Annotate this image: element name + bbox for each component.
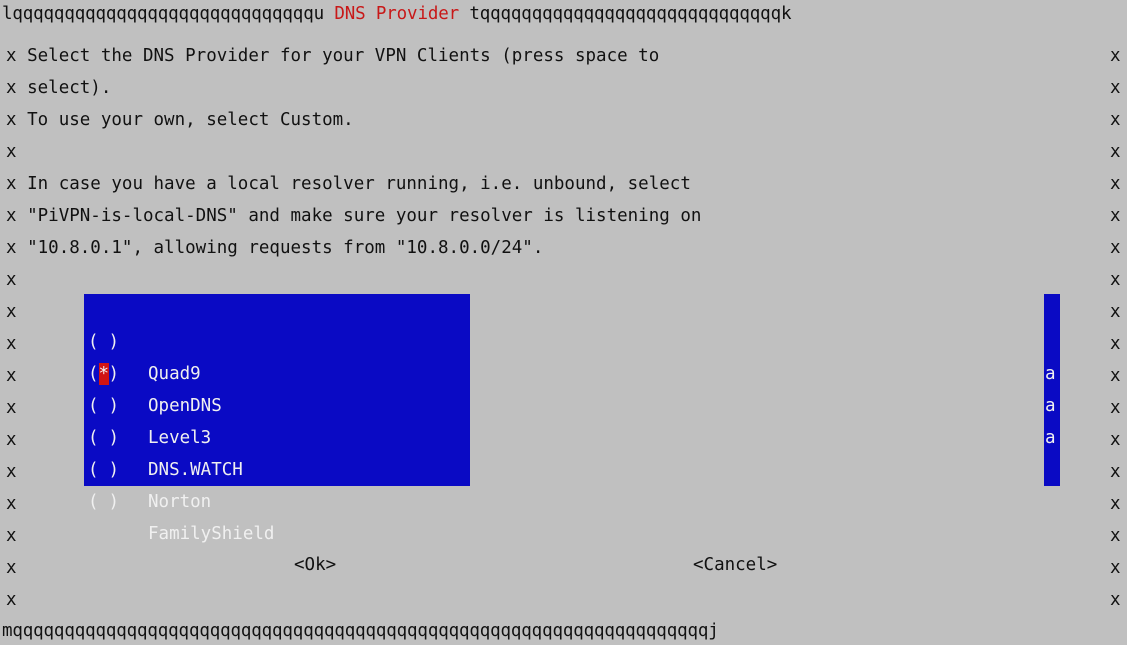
radio-button[interactable]: ( ) — [88, 486, 119, 518]
list-item[interactable]: ( ) Norton — [84, 422, 470, 512]
right-border: x — [1110, 238, 1121, 258]
message-text: Select the DNS Provider for your VPN Cli… — [27, 46, 660, 66]
right-border: x — [1110, 142, 1121, 162]
message-text: To use your own, select Custom. — [27, 110, 354, 130]
left-border: x — [6, 174, 17, 194]
dns-provider-list: ( ) Quad9 (*) OpenDNS ( ) Level3 ( ) DNS… — [84, 294, 470, 544]
list-scrollbar[interactable]: a a a — [1044, 294, 1060, 486]
radio-indicator — [99, 491, 109, 513]
list-item[interactable]: ( ) DNS.WATCH — [84, 390, 470, 480]
message-text: "10.8.0.1", allowing requests from "10.8… — [27, 238, 544, 258]
option-label: FamilyShield — [148, 524, 275, 544]
list-item[interactable]: ( ) Quad9 — [84, 294, 470, 384]
ok-button[interactable]: <Ok> — [294, 549, 336, 582]
right-border: x — [1110, 494, 1121, 514]
top-border-left: lqqqqqqqqqqqqqqqqqqqqqqqqqqqqqu — [2, 4, 324, 24]
right-border: x — [1110, 302, 1121, 322]
scrollbar-cell — [1044, 326, 1061, 358]
right-border: x — [1110, 590, 1121, 610]
list-item[interactable]: ( ) FamilyShield — [84, 454, 470, 544]
left-border: x — [6, 78, 17, 98]
list-item[interactable]: (*) OpenDNS — [84, 326, 470, 416]
left-border: x — [6, 270, 17, 290]
scrollbar-cell — [1044, 294, 1061, 326]
option-label: Norton — [148, 492, 212, 512]
scrollbar-cell: a — [1045, 396, 1056, 416]
dialog-title: DNS Provider — [323, 4, 470, 24]
right-border: x — [1110, 78, 1121, 98]
message-line-1: x Select the DNS Provider for your VPN C… — [6, 40, 659, 73]
right-border: x — [1110, 398, 1121, 418]
message-text: select). — [27, 78, 112, 98]
left-border: x — [6, 398, 17, 418]
right-border: x — [1110, 174, 1121, 194]
right-border: x — [1110, 110, 1121, 130]
dialog-top-border: lqqqqqqqqqqqqqqqqqqqqqqqqqqqqqu DNS Prov… — [2, 3, 791, 25]
right-border: x — [1110, 366, 1121, 386]
left-border: x — [6, 46, 17, 66]
left-border: x — [6, 206, 17, 226]
right-border: x — [1110, 430, 1121, 450]
message-line-6: x "PiVPN-is-local-DNS" and make sure you… — [6, 200, 701, 233]
dialog-bottom-border: mqqqqqqqqqqqqqqqqqqqqqqqqqqqqqqqqqqqqqqq… — [2, 621, 719, 641]
scrollbar-cell — [1044, 454, 1061, 486]
cancel-button[interactable]: <Cancel> — [693, 549, 777, 582]
left-border: x — [6, 558, 17, 578]
top-border-right: tqqqqqqqqqqqqqqqqqqqqqqqqqqqqqk — [469, 4, 792, 24]
list-item[interactable]: ( ) Level3 — [84, 358, 470, 448]
message-text: In case you have a local resolver runnin… — [27, 174, 691, 194]
right-border: x — [1110, 526, 1121, 546]
left-border: x — [6, 366, 17, 386]
message-line-4: x — [6, 136, 27, 169]
right-border: x — [1110, 46, 1121, 66]
left-border: x — [6, 590, 17, 610]
message-line-3: x To use your own, select Custom. — [6, 104, 354, 137]
left-border: x — [6, 462, 17, 482]
message-line-5: x In case you have a local resolver runn… — [6, 168, 691, 201]
left-border: x — [6, 302, 17, 322]
message-text: "PiVPN-is-local-DNS" and make sure your … — [27, 206, 702, 226]
left-border: x — [6, 142, 17, 162]
scrollbar-cell: a — [1045, 364, 1056, 384]
left-border: x — [6, 110, 17, 130]
left-border: x — [6, 494, 17, 514]
message-line-7: x "10.8.0.1", allowing requests from "10… — [6, 232, 543, 265]
left-border: x — [6, 430, 17, 450]
left-border: x — [6, 238, 17, 258]
left-border: x — [6, 334, 17, 354]
right-border: x — [1110, 206, 1121, 226]
right-border: x — [1110, 558, 1121, 578]
right-border: x — [1110, 462, 1121, 482]
right-border: x — [1110, 270, 1121, 290]
left-border: x — [6, 526, 17, 546]
message-line-2: x select). — [6, 72, 111, 105]
right-border: x — [1110, 334, 1121, 354]
scrollbar-cell: a — [1045, 428, 1056, 448]
